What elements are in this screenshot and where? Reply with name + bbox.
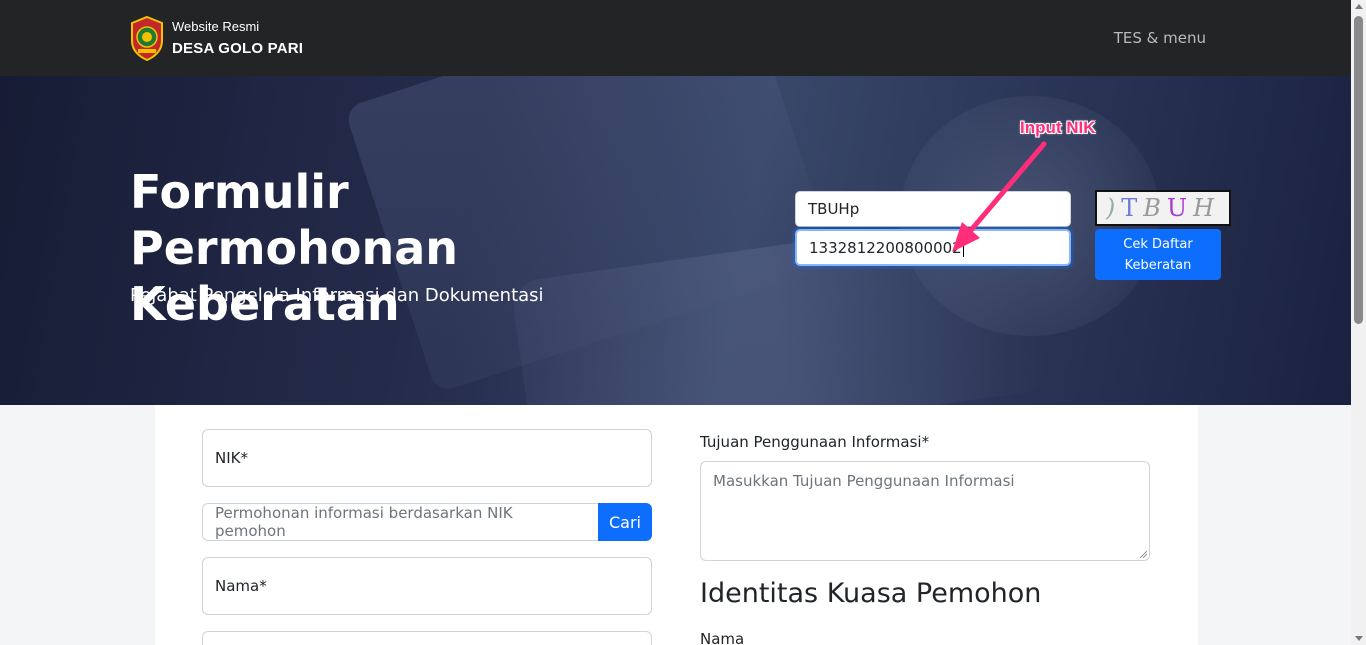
top-navbar: Website Resmi DESA GOLO PARI TES & menu (0, 0, 1351, 76)
page-title: Formulir Permohonan Keberatan (130, 165, 459, 331)
brand-name: DESA GOLO PARI (172, 40, 304, 57)
annotation-label: Input NIK (1020, 118, 1096, 137)
brand-subtitle: Website Resmi (172, 19, 260, 34)
nik-check-value: 1332812200800002 (809, 238, 962, 257)
check-objection-list-button[interactable]: Cek Daftar Keberatan (1095, 229, 1221, 280)
proxy-section-title: Identitas Kuasa Pemohon (700, 578, 1042, 609)
scrollbar-thumb[interactable] (1354, 16, 1363, 324)
resize-handle-icon[interactable] (1139, 550, 1147, 558)
purpose-placeholder: Masukkan Tujuan Penggunaan Informasi (713, 472, 1015, 490)
search-button[interactable]: Cari (598, 503, 652, 541)
hero-banner: Formulir Permohonan Keberatan Pejabat Pe… (0, 76, 1351, 405)
captcha-input-value: TBUHp (808, 200, 860, 218)
village-emblem-icon (131, 15, 163, 61)
nik-search-placeholder: Permohonan informasi berdasarkan NIK pem… (215, 504, 513, 540)
scroll-down-icon[interactable] (1355, 636, 1363, 641)
brand-link[interactable]: Website Resmi DESA GOLO PARI (130, 15, 303, 61)
nik-field-placeholder: NIK* (215, 449, 248, 467)
name-field[interactable]: Nama* (202, 557, 652, 615)
annotation-arrow-icon (952, 141, 1047, 252)
captcha-image: ) T B U H (1095, 190, 1231, 226)
nik-search-input[interactable]: Permohonan informasi berdasarkan NIK pem… (202, 503, 599, 541)
next-field[interactable] (202, 631, 652, 645)
nik-field[interactable]: NIK* (202, 429, 652, 487)
page-subtitle: Pejabat Pengelola Informasi dan Dokument… (130, 285, 544, 306)
name-field-placeholder: Nama* (215, 577, 267, 595)
page-scrollbar[interactable] (1351, 0, 1366, 645)
scroll-up-icon[interactable] (1355, 4, 1363, 9)
purpose-textarea[interactable]: Masukkan Tujuan Penggunaan Informasi (700, 461, 1150, 561)
proxy-name-label: Nama (700, 630, 745, 645)
purpose-label: Tujuan Penggunaan Informasi* (700, 433, 930, 451)
nav-menu-link[interactable]: TES & menu (1114, 29, 1206, 47)
